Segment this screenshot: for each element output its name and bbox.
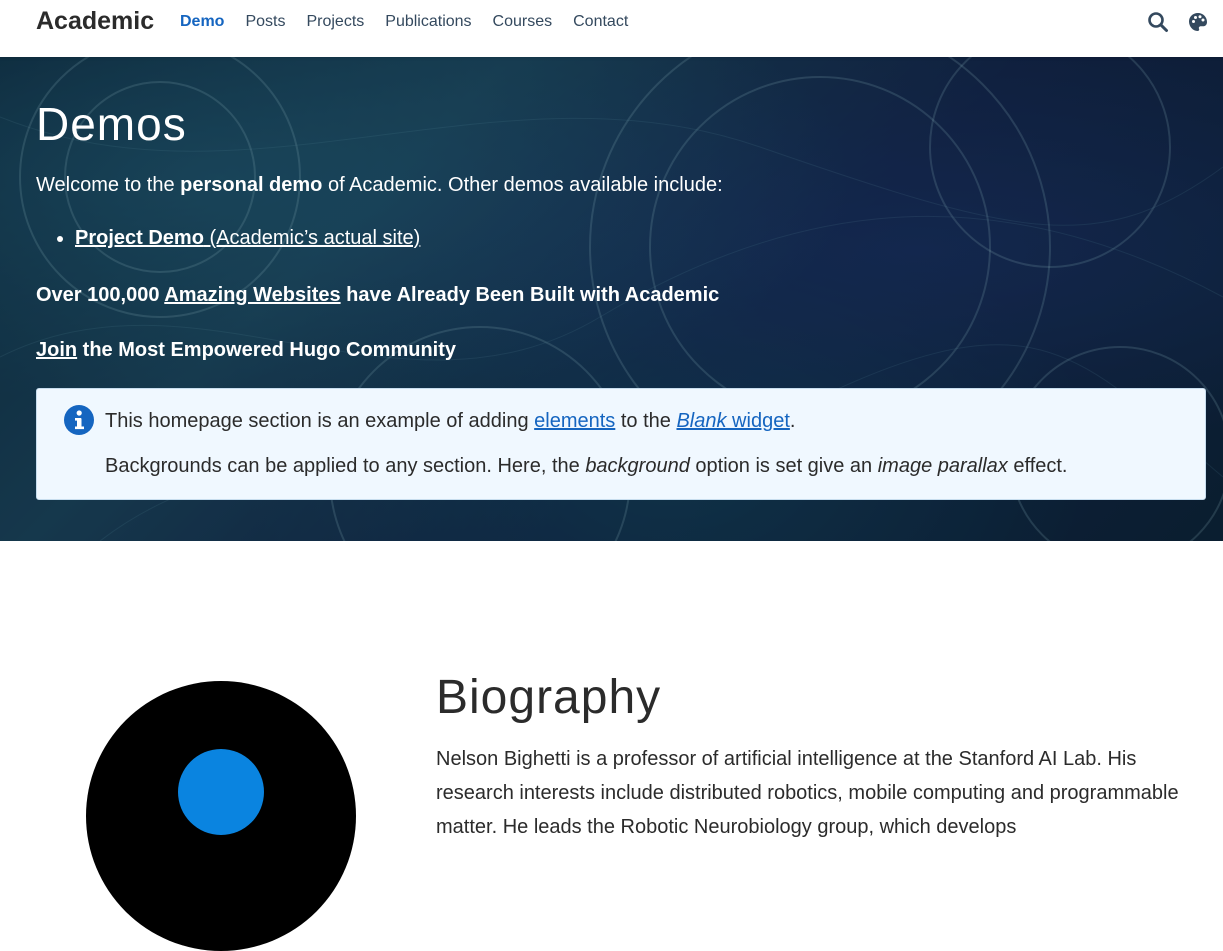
join-link[interactable]: Join (36, 339, 77, 361)
nav-links: Demo Posts Projects Publications Courses… (180, 13, 628, 31)
nav-publications[interactable]: Publications (385, 13, 471, 31)
nav-demo[interactable]: Demo (180, 13, 224, 31)
intro-before: Welcome to the (36, 174, 181, 196)
websites-line: Over 100,000 Amazing Websites have Alrea… (36, 284, 720, 306)
info-alert: This homepage section is an example of a… (36, 388, 1206, 500)
search-icon[interactable] (1147, 11, 1169, 33)
brand-logo[interactable]: Academic (36, 7, 154, 36)
biography-text: Nelson Bighetti is a professor of artifi… (436, 748, 1179, 838)
alert-line-1: This homepage section is an example of a… (105, 410, 796, 432)
nav-courses[interactable]: Courses (493, 13, 553, 31)
nav-projects[interactable]: Projects (306, 13, 364, 31)
amazing-websites-link[interactable]: Amazing Websites (164, 284, 340, 306)
palette-icon[interactable] (1187, 11, 1209, 33)
nav-posts[interactable]: Posts (245, 13, 285, 31)
alert-line-2: Backgrounds can be applied to any sectio… (105, 455, 1068, 477)
intro-after: of Academic. Other demos available inclu… (322, 174, 723, 196)
nav-icons (1147, 11, 1209, 33)
avatar-dot (178, 749, 264, 835)
blank-widget-link[interactable]: Blank widget (676, 410, 789, 432)
hero-title: Demos (36, 98, 187, 150)
nav-contact[interactable]: Contact (573, 13, 628, 31)
navbar: Academic Demo Posts Projects Publication… (0, 0, 1223, 57)
project-demo-link[interactable]: Project Demo (Academic’s actual site) (75, 227, 420, 249)
avatar (86, 681, 356, 951)
join-line: Join the Most Empowered Hugo Community (36, 339, 457, 361)
hero-intro: Welcome to the personal demo of Academic… (36, 174, 723, 197)
info-icon (63, 404, 95, 436)
biography-title: Biography (436, 671, 662, 724)
hero-section: Demos Welcome to the personal demo of Ac… (0, 57, 1223, 541)
demo-list: Project Demo (Academic’s actual site) (36, 227, 420, 250)
elements-link[interactable]: elements (534, 410, 615, 432)
list-item: Project Demo (Academic’s actual site) (75, 227, 420, 250)
intro-bold: personal demo (180, 174, 323, 196)
